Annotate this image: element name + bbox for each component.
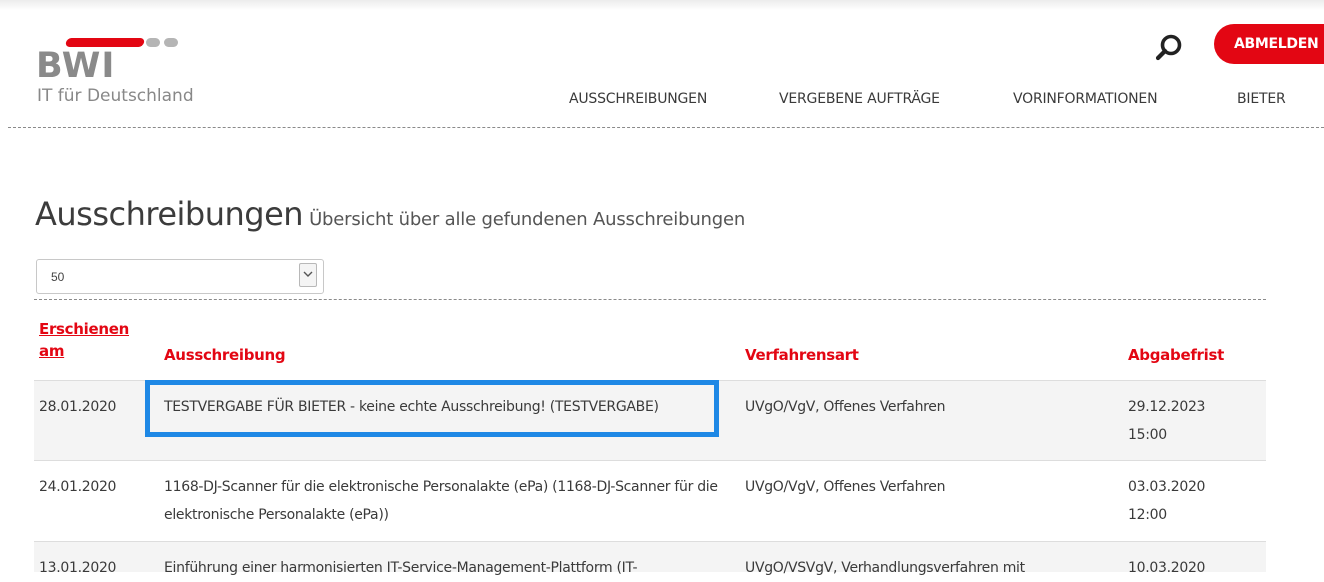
search-icon — [1155, 34, 1182, 61]
cell-deadline: 03.03.2020 12:00 — [1128, 479, 1206, 523]
nav-ausschreibungen[interactable]: AUSSCHREIBUNGEN — [569, 90, 707, 108]
cell-date: 28.01.2020 — [39, 399, 117, 415]
page: BWI IT für Deutschland ABMELDEN AUSSCHRE… — [0, 0, 1324, 576]
table-row[interactable]: 24.01.2020 1168-DJ-Scanner für die elekt… — [34, 461, 1266, 542]
cell-title[interactable]: Einführung einer harmonisierten IT-Servi… — [164, 554, 724, 582]
cell-date: 13.01.2020 — [39, 560, 117, 576]
column-header-deadline[interactable]: Abgabefrist — [1128, 344, 1224, 366]
cell-procedure: UVgO/VgV, Offenes Verfahren — [745, 479, 946, 495]
top-shadow — [0, 0, 1324, 10]
logo-tagline: IT für Deutschland — [37, 86, 194, 106]
column-header-procedure[interactable]: Verfahrensart — [745, 344, 859, 366]
search-button[interactable] — [1148, 30, 1188, 66]
logo-dot — [146, 38, 160, 47]
cell-title[interactable]: 1168-DJ-Scanner für die elektronische Pe… — [164, 473, 724, 529]
highlight-box — [145, 380, 719, 437]
cell-deadline: 29.12.2023 15:00 — [1128, 399, 1206, 443]
table-divider — [34, 299, 1266, 300]
page-title: Ausschreibungen — [35, 195, 304, 233]
chevron-down-icon — [303, 271, 313, 277]
page-heading: Ausschreibungen Übersicht über alle gefun… — [35, 192, 745, 243]
cell-procedure: UVgO/VSVgV, Verhandlungsverfahren mit — [745, 560, 1025, 576]
cell-date: 24.01.2020 — [39, 479, 117, 495]
logout-button[interactable]: ABMELDEN — [1214, 24, 1324, 64]
nav-bieter[interactable]: BIETER — [1237, 90, 1286, 108]
dropdown-button[interactable] — [299, 263, 317, 287]
nav-vergebene-auftraege[interactable]: VERGEBENE AUFTRÄGE — [779, 90, 940, 108]
nav-vorinformationen[interactable]: VORINFORMATIONEN — [1013, 90, 1158, 108]
cell-procedure: UVgO/VgV, Offenes Verfahren — [745, 399, 946, 415]
page-size-select[interactable]: 50 — [36, 259, 324, 294]
cell-deadline: 10.03.2020 — [1128, 560, 1206, 576]
logo-dot — [164, 38, 178, 47]
page-subtitle: Übersicht über alle gefundenen Ausschrei… — [309, 209, 746, 230]
page-size-value: 50 — [51, 270, 65, 284]
column-header-date[interactable]: Erschienen am — [39, 318, 139, 362]
header-divider — [8, 127, 1324, 128]
logo-wordmark: BWI — [36, 46, 116, 86]
table-row[interactable]: 13.01.2020 Einführung einer harmonisiert… — [34, 542, 1266, 576]
column-header-title[interactable]: Ausschreibung — [164, 344, 286, 366]
